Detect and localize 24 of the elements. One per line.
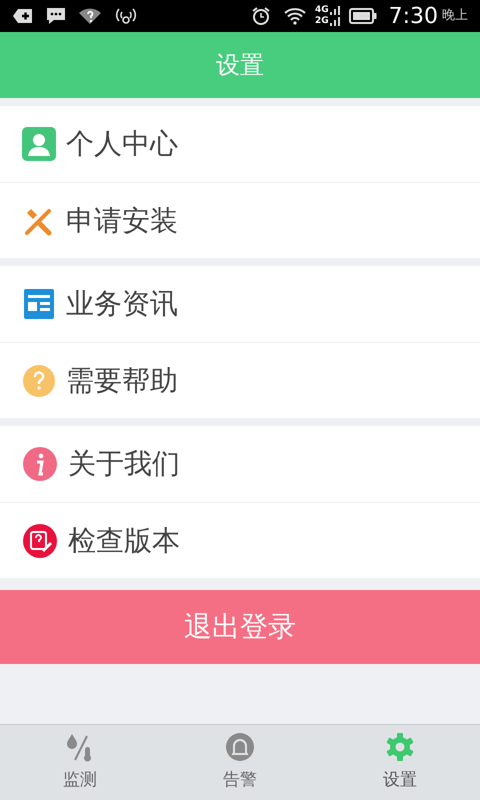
alarm-clock-icon [250, 6, 271, 26]
notification-icon [12, 8, 34, 24]
humidity-thermometer-icon [66, 732, 94, 762]
battery-icon [348, 8, 377, 24]
wifi-icon [282, 7, 307, 25]
network-type-label: 2G [314, 16, 329, 27]
question-icon [22, 364, 56, 398]
nav-tab[interactable]: 监测 [0, 725, 160, 800]
signal-icon [328, 5, 341, 27]
wifi-question-icon [78, 7, 102, 25]
nav-tab[interactable]: 设置 [320, 725, 480, 800]
alarm-light-icon [225, 732, 255, 762]
hotspot-icon [114, 7, 138, 25]
clock-time: 7:30 [388, 2, 438, 30]
settings-icon [385, 732, 415, 762]
news-icon [22, 287, 56, 321]
page-title: 设置 [216, 50, 264, 81]
clock-period: 晚上 [442, 7, 468, 26]
person-icon [22, 127, 56, 161]
info-icon [22, 446, 58, 482]
nav-tab[interactable]: 告警 [160, 725, 320, 800]
message-icon [46, 7, 66, 25]
network-type-label: 4G [314, 5, 329, 16]
update-icon [22, 522, 58, 558]
